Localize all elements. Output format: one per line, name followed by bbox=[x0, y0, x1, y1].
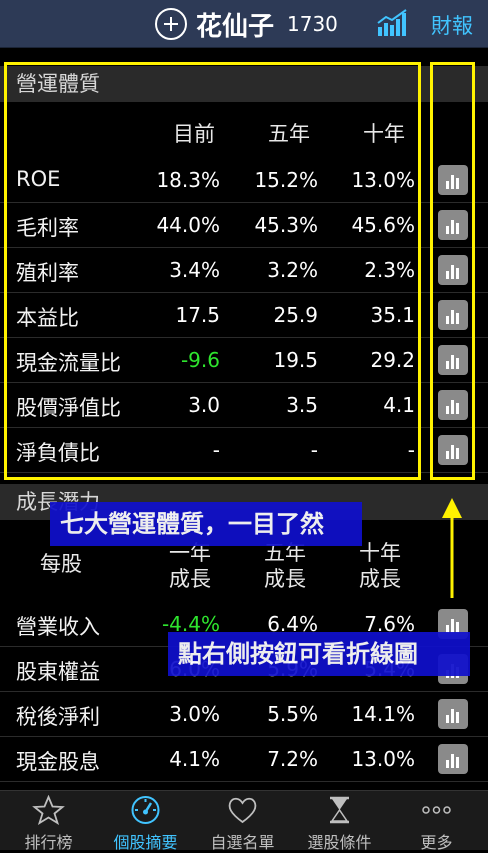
row-label: 毛利率 bbox=[16, 216, 79, 240]
bar-chart-icon[interactable] bbox=[438, 435, 468, 465]
add-to-watchlist-icon[interactable] bbox=[155, 8, 187, 40]
arrow-up-icon bbox=[442, 498, 462, 598]
hourglass-icon bbox=[330, 796, 349, 824]
value-current: -9.6 bbox=[180, 348, 220, 372]
table-row-net-income: 稅後淨利 3.0% 5.5% 14.1% bbox=[0, 692, 488, 737]
nav-ranking[interactable]: 排行榜 bbox=[0, 791, 97, 852]
row-label: 本益比 bbox=[16, 306, 79, 330]
value-10yr: 4.1 bbox=[383, 393, 415, 417]
value-5yr: 45.3% bbox=[254, 213, 318, 237]
nav-stock-screener[interactable]: 選股條件 bbox=[291, 791, 388, 852]
value-10yr: 13.0% bbox=[351, 747, 415, 771]
table-row-cash-dividend: 現金股息 4.1% 7.2% 13.0% bbox=[0, 737, 488, 782]
value-5yr: 5.5% bbox=[267, 702, 318, 726]
bar-chart-icon[interactable] bbox=[438, 300, 468, 330]
value-10yr: 2.3% bbox=[364, 258, 415, 282]
row-label: 營業收入 bbox=[16, 615, 100, 639]
value-5yr: - bbox=[310, 438, 318, 462]
bar-chart-icon[interactable] bbox=[438, 390, 468, 420]
col-header-1yr-growth: 一年 成長 bbox=[150, 540, 230, 592]
row-label: 現金流量比 bbox=[16, 351, 121, 375]
bottom-navigation: 排行榜 個股摘要 自選名單 選股條件 更多 bbox=[0, 790, 488, 852]
row-label: 稅後淨利 bbox=[16, 705, 100, 729]
col-header-10yr-growth: 十年 成長 bbox=[340, 540, 420, 592]
value-5yr: 19.5 bbox=[273, 348, 318, 372]
row-label: 淨負債比 bbox=[16, 441, 100, 465]
nav-stock-summary[interactable]: 個股摘要 bbox=[97, 791, 194, 852]
value-current: 18.3% bbox=[156, 168, 220, 192]
value-10yr: 29.2 bbox=[370, 348, 415, 372]
value-current: 44.0% bbox=[156, 213, 220, 237]
bar-chart-icon[interactable] bbox=[438, 210, 468, 240]
more-dots-icon bbox=[422, 806, 451, 814]
col-header-current: 目前 bbox=[173, 122, 215, 146]
row-label: ROE bbox=[16, 167, 61, 191]
col-header-5yr-growth: 五年 成長 bbox=[245, 540, 325, 592]
financial-chart-icon[interactable] bbox=[376, 8, 410, 38]
stock-code: 1730 bbox=[287, 12, 338, 36]
table-row-dividend-yield: 殖利率 3.4% 3.2% 2.3% bbox=[0, 248, 488, 293]
table-row-gross-margin: 毛利率 44.0% 45.3% 45.6% bbox=[0, 203, 488, 248]
value-current: 3.0 bbox=[188, 393, 220, 417]
nav-label: 選股條件 bbox=[307, 833, 372, 852]
value-current: - bbox=[212, 438, 220, 462]
nav-label: 排行榜 bbox=[24, 833, 73, 852]
callout-operations: 七大營運體質，一目了然 bbox=[50, 502, 362, 546]
row-label: 股東權益 bbox=[16, 660, 100, 684]
bar-chart-icon[interactable] bbox=[438, 345, 468, 375]
nav-watchlist[interactable]: 自選名單 bbox=[194, 791, 291, 852]
bar-chart-icon[interactable] bbox=[438, 165, 468, 195]
value-10yr: 35.1 bbox=[370, 303, 415, 327]
nav-more[interactable]: 更多 bbox=[388, 791, 485, 852]
operations-section-header: 營運體質 bbox=[0, 66, 488, 102]
value-5yr: 3.5 bbox=[286, 393, 318, 417]
nav-label: 更多 bbox=[420, 833, 453, 852]
table-row-pb-ratio: 股價淨值比 3.0 3.5 4.1 bbox=[0, 383, 488, 428]
value-10yr: - bbox=[407, 438, 415, 462]
bar-chart-icon[interactable] bbox=[438, 255, 468, 285]
heart-icon bbox=[228, 797, 257, 824]
row-label: 現金股息 bbox=[16, 750, 100, 774]
row-label: 股價淨值比 bbox=[16, 396, 121, 420]
nav-label: 自選名單 bbox=[210, 833, 275, 852]
value-current: 3.4% bbox=[169, 258, 220, 282]
callout-chart-buttons: 點右側按鈕可看折線圖 bbox=[168, 632, 470, 676]
col-header-10yr: 十年 bbox=[363, 122, 405, 146]
top-bar: 花仙子 1730 財報 bbox=[0, 0, 488, 48]
value-1yr: 4.1% bbox=[169, 747, 220, 771]
value-5yr: 7.2% bbox=[267, 747, 318, 771]
value-5yr: 3.2% bbox=[267, 258, 318, 282]
financial-report-button[interactable]: 財報 bbox=[431, 10, 473, 40]
value-10yr: 45.6% bbox=[351, 213, 415, 237]
table-row-pe-ratio: 本益比 17.5 25.9 35.1 bbox=[0, 293, 488, 338]
value-10yr: 14.1% bbox=[351, 702, 415, 726]
value-5yr: 25.9 bbox=[273, 303, 318, 327]
value-1yr: 3.0% bbox=[169, 702, 220, 726]
star-icon bbox=[32, 795, 65, 825]
row-label: 殖利率 bbox=[16, 261, 79, 285]
col-header-line2: 成長 bbox=[169, 567, 211, 591]
col-header-line2: 成長 bbox=[359, 567, 401, 591]
col-header-line2: 成長 bbox=[264, 567, 306, 591]
value-current: 17.5 bbox=[175, 303, 220, 327]
table-row-roe: ROE 18.3% 15.2% 13.0% bbox=[0, 158, 488, 203]
value-5yr: 15.2% bbox=[254, 168, 318, 192]
speedometer-icon bbox=[131, 796, 160, 824]
value-10yr: 13.0% bbox=[351, 168, 415, 192]
nav-label: 個股摘要 bbox=[113, 833, 178, 852]
table-row-net-debt-ratio: 淨負債比 - - - bbox=[0, 428, 488, 473]
bar-chart-icon[interactable] bbox=[438, 699, 468, 729]
col-header-5yr: 五年 bbox=[268, 122, 310, 146]
bar-chart-icon[interactable] bbox=[438, 744, 468, 774]
table-row-cash-flow-ratio: 現金流量比 -9.6 19.5 29.2 bbox=[0, 338, 488, 383]
per-share-label: 每股 bbox=[40, 552, 82, 576]
stock-name: 花仙子 bbox=[196, 12, 275, 42]
